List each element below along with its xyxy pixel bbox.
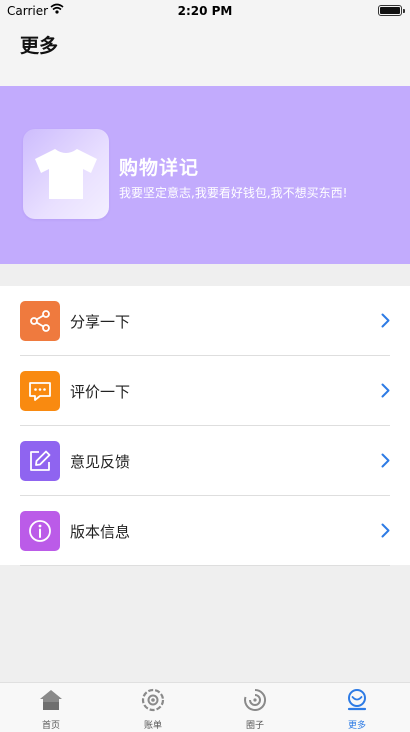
menu-item-share[interactable]: 分享一下 <box>20 286 390 356</box>
tab-bills[interactable]: 账单 <box>102 683 204 732</box>
menu-item-label: 意见反馈 <box>70 453 131 471</box>
menu-item-label: 版本信息 <box>70 523 131 541</box>
tab-label: 更多 <box>347 721 366 731</box>
menu-item-rate[interactable]: 评价一下 <box>20 356 390 426</box>
tab-bar: 首页 账单 圈子 更多 <box>0 682 410 732</box>
clock-label: 2:20 PM <box>177 4 233 18</box>
settings-menu: 分享一下 评价一下 意见反馈 版本信息 <box>0 286 410 566</box>
app-logo <box>23 129 109 219</box>
tab-home[interactable]: 首页 <box>0 683 102 732</box>
status-bar: Carrier 2:20 PM <box>0 0 410 22</box>
page-title: 更多 <box>20 35 59 57</box>
info-icon <box>20 511 60 551</box>
share-icon <box>20 301 60 341</box>
app-slogan: 我要坚定意志,我要看好钱包,我不想买东西! <box>119 186 348 200</box>
more-icon <box>347 689 367 711</box>
app-banner: 购物详记 我要坚定意志,我要看好钱包,我不想买东西! <box>0 86 410 264</box>
tab-circle[interactable]: 圈子 <box>204 683 306 732</box>
battery-icon <box>378 5 405 16</box>
navigation-bar: 更多 <box>0 22 410 86</box>
chevron-right-icon <box>381 453 390 468</box>
menu-item-feedback[interactable]: 意见反馈 <box>20 426 390 496</box>
menu-item-version[interactable]: 版本信息 <box>20 496 390 566</box>
bill-icon <box>141 688 165 712</box>
app-name: 购物详记 <box>119 157 200 179</box>
tab-more[interactable]: 更多 <box>306 683 408 732</box>
tshirt-icon <box>35 149 97 199</box>
chevron-right-icon <box>381 523 390 538</box>
tab-label: 账单 <box>143 721 162 731</box>
circle-icon <box>244 688 267 711</box>
tab-label: 首页 <box>41 721 60 731</box>
menu-item-label: 分享一下 <box>70 313 131 331</box>
edit-icon <box>20 441 60 481</box>
home-icon <box>40 690 62 710</box>
chevron-right-icon <box>381 313 390 328</box>
tab-label: 圈子 <box>245 721 264 731</box>
message-icon <box>20 371 60 411</box>
chevron-right-icon <box>381 383 390 398</box>
menu-item-label: 评价一下 <box>70 383 131 401</box>
